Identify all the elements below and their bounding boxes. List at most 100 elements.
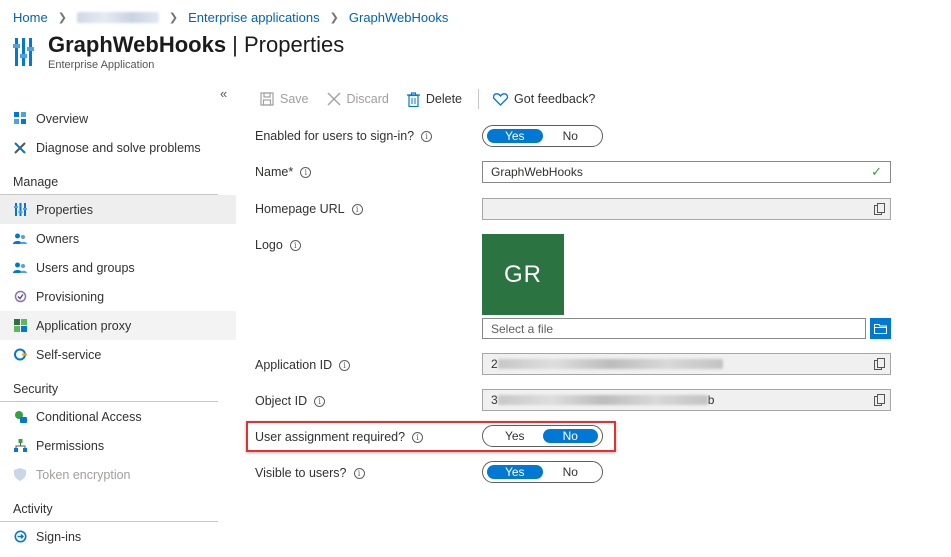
sidebar-item-label: Overview (36, 111, 89, 126)
sidebar-item-diagnose[interactable]: Diagnose and solve problems (0, 133, 236, 162)
sidebar-item-permissions[interactable]: Permissions (0, 431, 236, 460)
save-button[interactable]: Save (260, 92, 309, 106)
breadcrumb-home-link[interactable]: Home (13, 10, 48, 25)
section-header-activity: Activity (0, 495, 218, 522)
breadcrumb: Home ❯ ❯ Enterprise applications ❯ Graph… (13, 8, 448, 26)
browse-file-button[interactable] (870, 318, 891, 339)
chevron-right-icon: ❯ (329, 11, 339, 24)
breadcrumb-tenant-redacted[interactable] (76, 11, 159, 23)
object-id-label: Object ID i (255, 394, 326, 408)
properties-icon (13, 203, 27, 217)
overview-grid-icon (13, 112, 27, 126)
application-id-label: Application ID i (255, 358, 351, 372)
chevron-right-icon: ❯ (57, 11, 67, 24)
enabled-sign-in-label: Enabled for users to sign-in? i (255, 129, 433, 143)
command-bar: Save Discard Delete Got feedback? (260, 88, 613, 110)
sidebar-item-self-service[interactable]: Self-service (0, 340, 236, 369)
collapse-sidebar-icon[interactable]: « (220, 86, 227, 101)
discard-button[interactable]: Discard (327, 92, 389, 106)
info-icon[interactable]: i (314, 395, 326, 407)
toggle-yes-option[interactable]: Yes (487, 465, 543, 479)
page-title: GraphWebHooks | Properties (48, 32, 345, 57)
homepage-url-label: Homepage URL i (255, 202, 363, 216)
object-id-field[interactable]: 3 b (482, 389, 891, 411)
copy-icon[interactable] (874, 203, 886, 215)
user-assignment-toggle[interactable]: Yes No (482, 425, 603, 447)
info-icon[interactable]: i (289, 239, 301, 251)
name-label: Name * i (255, 165, 312, 179)
section-header-security: Security (0, 375, 218, 402)
page-subtitle: Enterprise Application (48, 59, 155, 71)
self-service-icon (13, 348, 27, 362)
breadcrumb-enterprise-link[interactable]: Enterprise applications (188, 10, 320, 25)
people-icon (13, 232, 27, 246)
copy-icon[interactable] (874, 358, 886, 370)
breadcrumb-app-link[interactable]: GraphWebHooks (349, 10, 448, 25)
toggle-no-option[interactable]: No (543, 465, 599, 479)
sign-ins-icon (13, 530, 27, 544)
sidebar-item-label: Provisioning (36, 289, 105, 304)
sidebar-item-token-encryption[interactable]: Token encryption (0, 460, 236, 489)
homepage-url-field[interactable] (482, 198, 891, 220)
people-icon (13, 261, 27, 275)
redacted-value (497, 359, 723, 369)
app-logo: GR (482, 234, 564, 315)
sidebar: Overview Diagnose and solve problems Man… (0, 104, 236, 551)
visible-to-users-label: Visible to users? i (255, 466, 365, 480)
sidebar-item-label: Token encryption (36, 467, 131, 482)
sidebar-item-label: Diagnose and solve problems (36, 140, 201, 155)
feedback-button[interactable]: Got feedback? (493, 92, 595, 106)
info-icon[interactable]: i (421, 130, 433, 142)
name-input[interactable]: GraphWebHooks ✓ (482, 161, 891, 183)
sidebar-item-label: Properties (36, 202, 93, 217)
redacted-value (497, 395, 708, 405)
section-header-manage: Manage (0, 168, 218, 195)
provisioning-icon (13, 290, 27, 304)
sidebar-item-users-and-groups[interactable]: Users and groups (0, 253, 236, 282)
sidebar-item-provisioning[interactable]: Provisioning (0, 282, 236, 311)
sidebar-item-sign-ins[interactable]: Sign-ins (0, 522, 236, 551)
conditional-access-icon (13, 410, 27, 424)
chevron-right-icon: ❯ (168, 11, 179, 24)
info-icon[interactable]: i (351, 203, 363, 215)
sidebar-item-label: Application proxy (36, 318, 132, 333)
heart-icon (493, 92, 509, 106)
sidebar-item-label: Self-service (36, 347, 102, 362)
application-id-field[interactable]: 2 (482, 353, 891, 375)
app-proxy-icon (13, 319, 27, 333)
info-icon[interactable]: i (412, 431, 424, 443)
toggle-no-option[interactable]: No (543, 129, 599, 143)
tools-icon (13, 141, 27, 155)
user-assignment-label: User assignment required? i (255, 430, 424, 444)
info-icon[interactable]: i (353, 467, 365, 479)
logo-label: Logo i (255, 238, 301, 252)
folder-icon (874, 323, 887, 334)
page-header: GraphWebHooks | Properties Enterprise Ap… (13, 34, 344, 71)
sidebar-item-owners[interactable]: Owners (0, 224, 236, 253)
toggle-yes-option[interactable]: Yes (487, 129, 543, 143)
trash-icon (406, 91, 420, 107)
toggle-no-option[interactable]: No (542, 429, 598, 443)
close-icon (327, 92, 340, 106)
info-icon[interactable]: i (300, 166, 312, 178)
sidebar-item-label: Conditional Access (36, 409, 142, 424)
logo-file-input[interactable]: Select a file (482, 318, 866, 339)
sidebar-item-label: Permissions (36, 438, 105, 453)
info-icon[interactable]: i (339, 359, 351, 371)
visible-to-users-toggle[interactable]: Yes No (482, 461, 603, 483)
checkmark-icon: ✓ (871, 164, 882, 179)
save-icon (260, 92, 274, 106)
enabled-sign-in-toggle[interactable]: Yes No (482, 125, 603, 147)
sidebar-item-overview[interactable]: Overview (0, 104, 236, 133)
sidebar-item-properties[interactable]: Properties (0, 195, 236, 224)
shield-icon (13, 468, 27, 482)
sidebar-item-conditional-access[interactable]: Conditional Access (0, 402, 236, 431)
delete-button[interactable]: Delete (406, 91, 462, 107)
sidebar-item-label: Owners (36, 231, 80, 246)
permissions-icon (13, 439, 27, 453)
copy-icon[interactable] (874, 394, 886, 406)
sidebar-item-application-proxy[interactable]: Application proxy (0, 311, 236, 340)
toggle-yes-option[interactable]: Yes (487, 429, 543, 443)
toolbar-divider (478, 89, 480, 109)
sidebar-item-label: Users and groups (36, 260, 135, 275)
